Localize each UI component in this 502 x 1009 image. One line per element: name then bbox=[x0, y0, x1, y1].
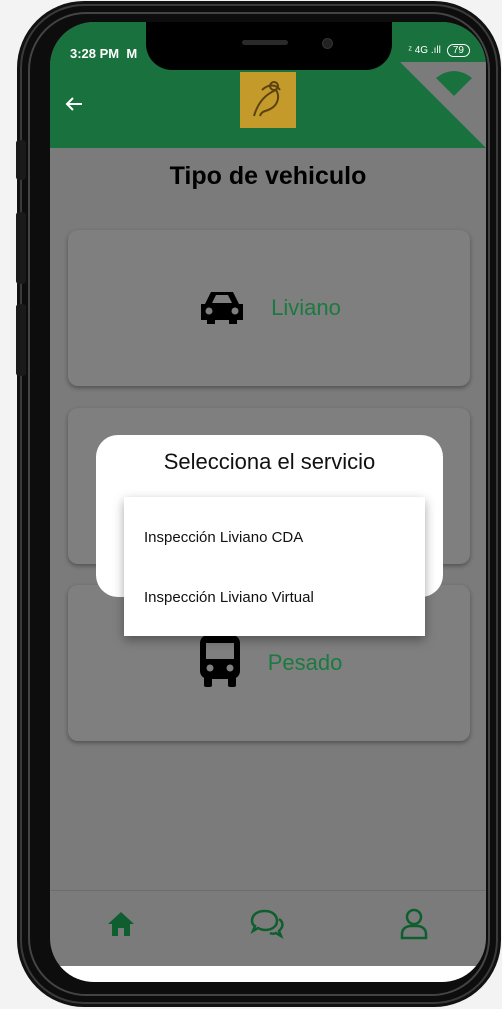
home-indicator-area bbox=[50, 966, 486, 982]
speaker-grille bbox=[242, 40, 288, 45]
dialog-title: Selecciona el servicio bbox=[163, 449, 376, 474]
volume-up-button bbox=[16, 212, 26, 284]
menu-item-inspeccion-virtual[interactable]: Inspección Liviano Virtual bbox=[124, 567, 425, 627]
menu-item-inspeccion-cda[interactable]: Inspección Liviano CDA bbox=[124, 507, 425, 567]
bus-icon bbox=[196, 633, 244, 694]
status-time: 3:28 PM M bbox=[70, 46, 138, 61]
bottom-nav-divider bbox=[50, 890, 486, 891]
mute-switch bbox=[16, 140, 26, 180]
app-screen: 3:28 PM M ᶻ 4G .ıll 79 Tipo de vehiculo bbox=[50, 22, 486, 982]
status-indicators: ᶻ 4G .ıll 79 bbox=[408, 44, 470, 57]
chat-icon[interactable] bbox=[249, 909, 285, 944]
phone-notch bbox=[146, 22, 392, 70]
vehicle-option-liviano[interactable]: Liviano bbox=[68, 230, 470, 386]
app-logo bbox=[240, 72, 296, 128]
bottom-nav bbox=[50, 892, 486, 960]
front-camera bbox=[322, 38, 333, 49]
gmail-notification-icon: M bbox=[122, 46, 138, 61]
home-icon[interactable] bbox=[107, 911, 135, 942]
signal-icon: ᶻ 4G .ıll bbox=[408, 45, 441, 56]
volume-down-button bbox=[16, 304, 26, 376]
car-icon bbox=[197, 286, 247, 331]
vehicle-option-label: Liviano bbox=[271, 295, 341, 320]
battery-icon: 79 bbox=[446, 44, 470, 57]
user-icon[interactable] bbox=[399, 908, 429, 945]
service-dropdown-menu: Inspección Liviano CDA Inspección Livian… bbox=[124, 497, 425, 636]
vehicle-option-label: Pesado bbox=[267, 650, 343, 675]
page-title: Tipo de vehiculo bbox=[169, 162, 367, 190]
wifi-icon bbox=[436, 70, 472, 101]
arrow-left-icon[interactable] bbox=[64, 94, 84, 120]
